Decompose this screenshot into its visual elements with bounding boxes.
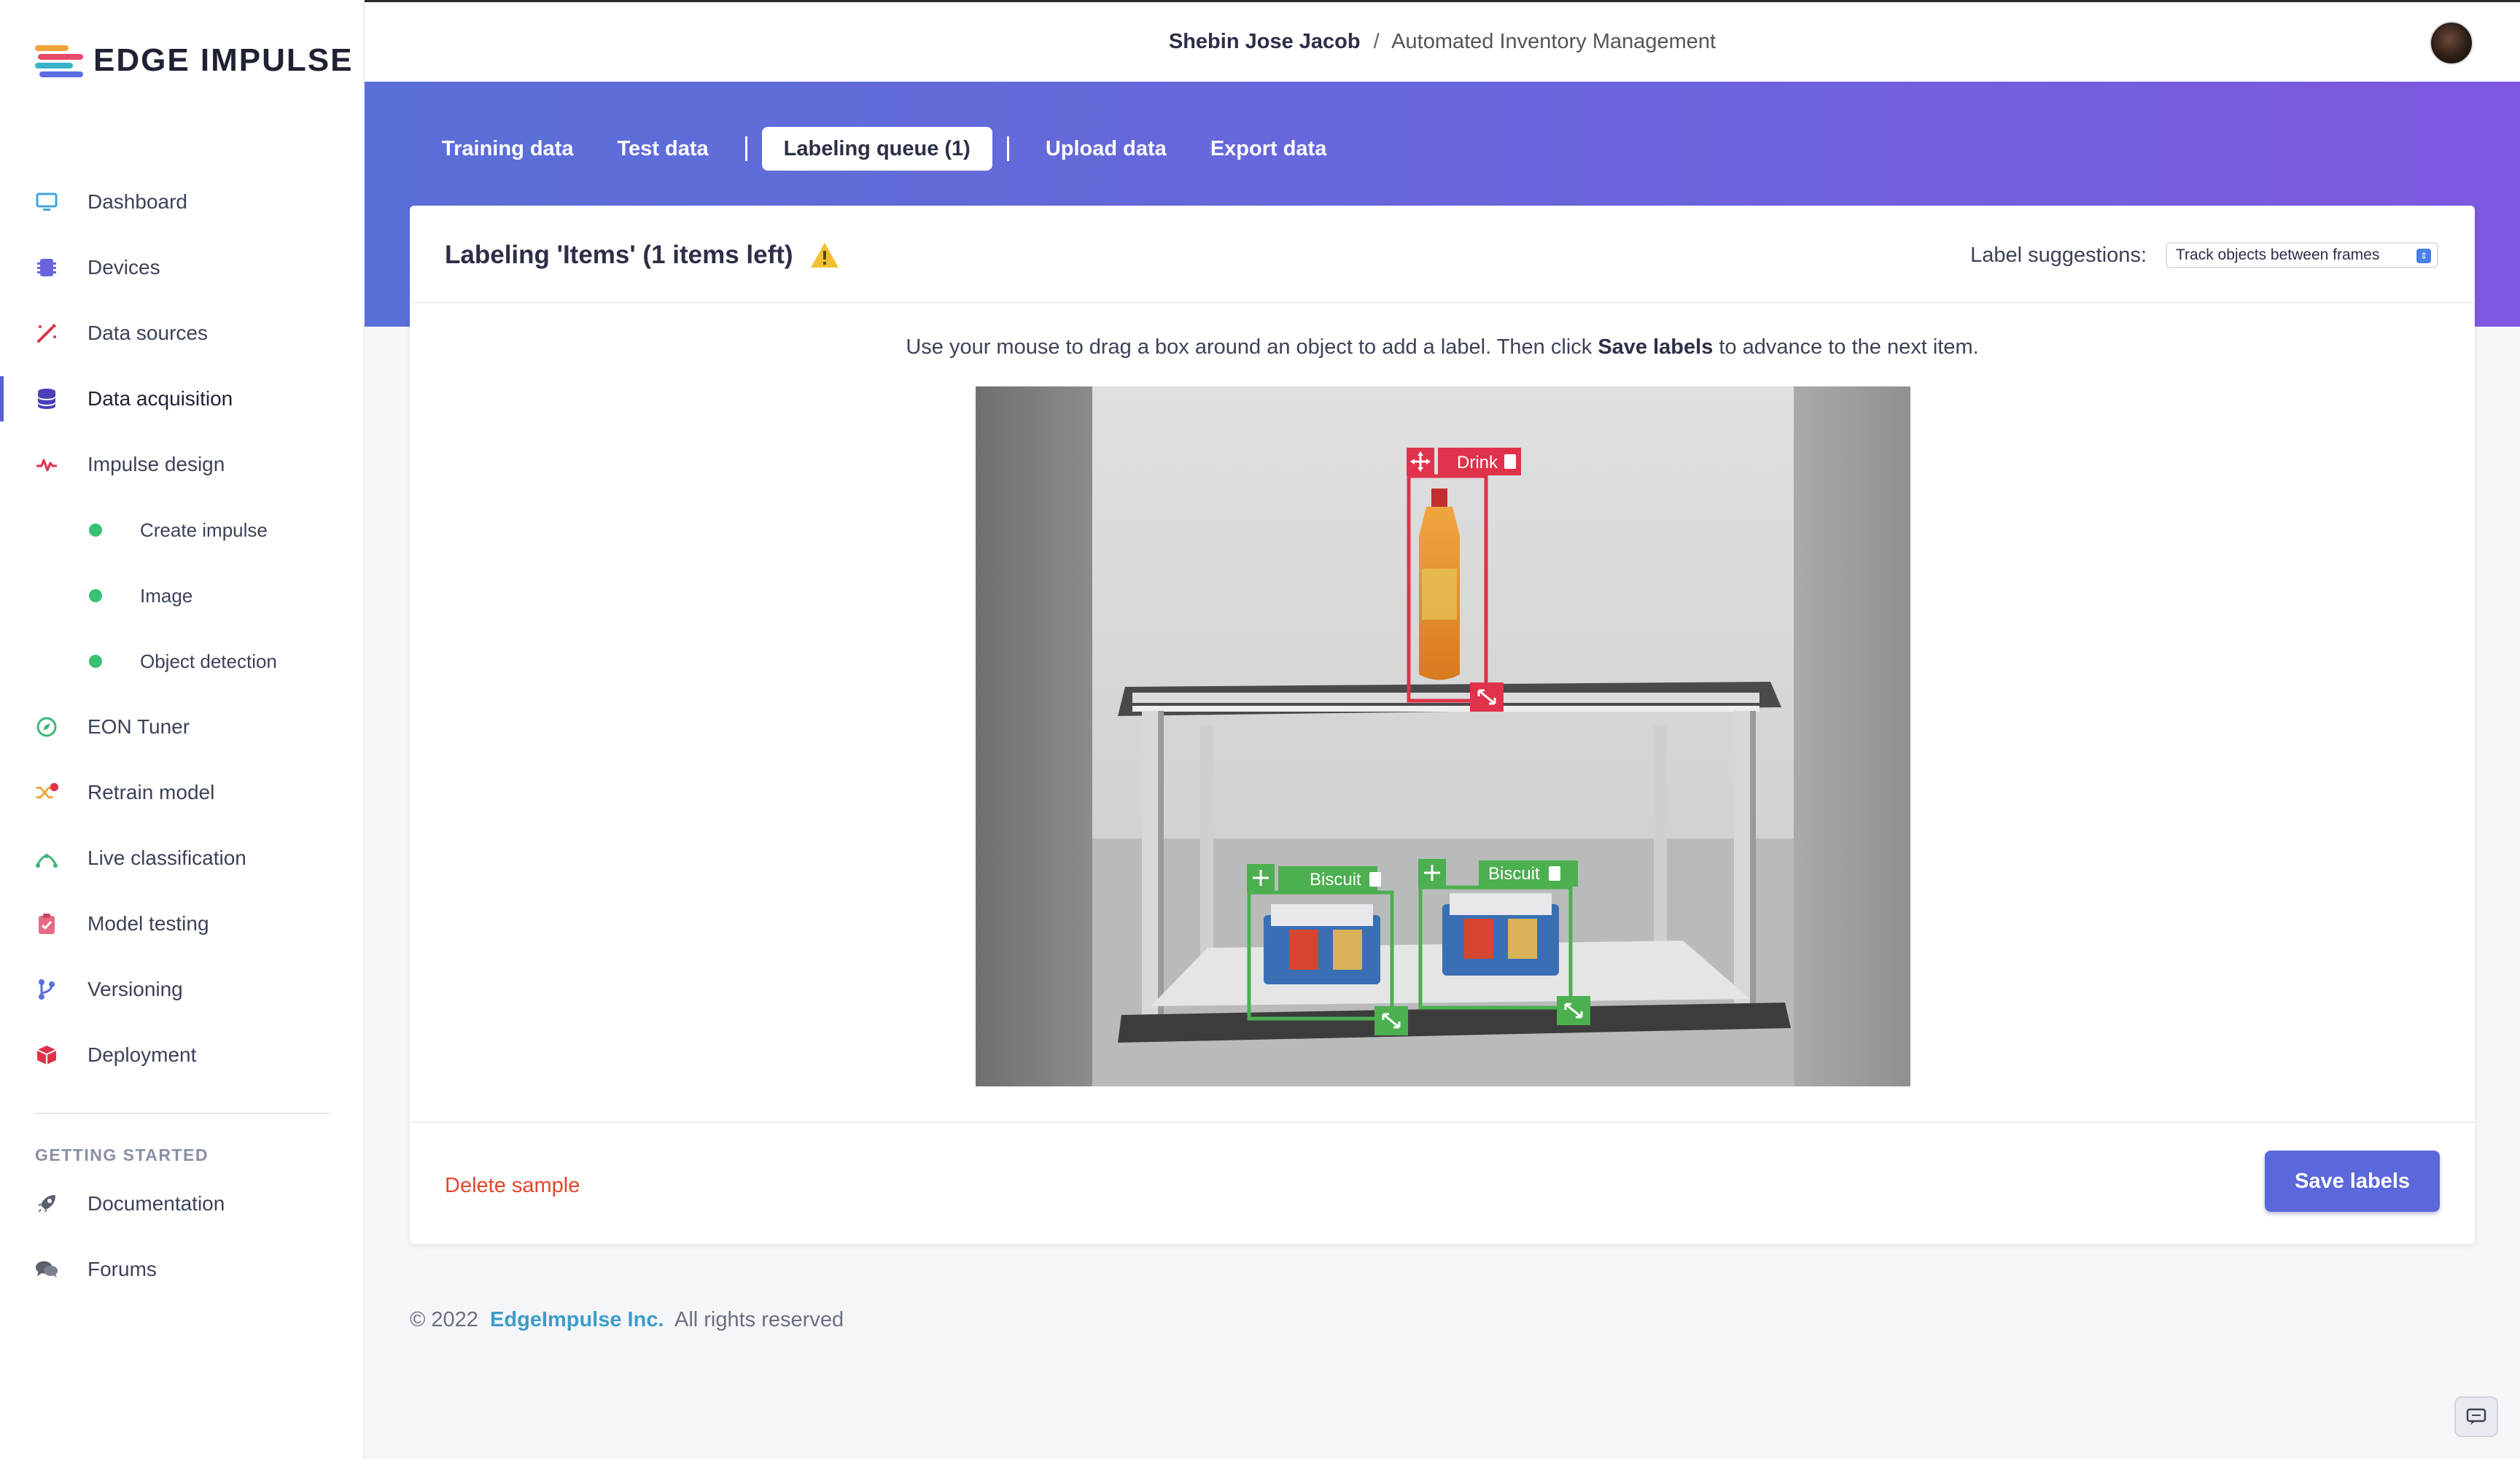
sidebar-item-data-acquisition[interactable]: Data acquisition: [0, 366, 365, 432]
sidebar-divider: [35, 1113, 330, 1114]
cube-icon: [35, 1043, 58, 1067]
warning-icon: [810, 243, 839, 268]
wand-icon: [35, 322, 58, 345]
label-suggestions: Label suggestions: Track objects between…: [1970, 242, 2438, 268]
monitor-icon: [35, 190, 58, 214]
sidebar-item-label: Devices: [88, 256, 160, 279]
rocket-icon: [35, 1192, 58, 1215]
feedback-chat-button[interactable]: [2454, 1396, 2498, 1437]
sidebar-item-label: Forums: [88, 1258, 157, 1280]
card-header: Labeling 'Items' (1 items left) Label su…: [410, 206, 2475, 303]
top-bar: Shebin Jose Jacob / Automated Inventory …: [365, 0, 2520, 82]
sidebar-item-label: Documentation: [88, 1192, 225, 1215]
sample-image: Drink Biscuit Biscuit: [976, 386, 1910, 1086]
sidebar-subitem-image[interactable]: Image: [0, 563, 365, 629]
sidebar-item-model-testing[interactable]: Model testing: [0, 891, 365, 957]
brand-name: EDGE IMPULSE: [93, 42, 354, 78]
sidebar-item-deployment[interactable]: Deployment: [0, 1022, 365, 1088]
sidebar-item-live-classification[interactable]: Live classification: [0, 825, 365, 891]
sidebar-subitem-create-impulse[interactable]: Create impulse: [0, 497, 365, 563]
instruction-text-end: to advance to the next item.: [1719, 335, 1979, 359]
sidebar-item-dashboard[interactable]: Dashboard: [0, 169, 365, 235]
label-suggestions-select[interactable]: Track objects between frames ⇕: [2166, 242, 2438, 268]
tab-upload-data[interactable]: Upload data: [1024, 127, 1189, 171]
delete-sample-link[interactable]: Delete sample: [445, 1174, 580, 1198]
box-label-drink: Drink: [1457, 453, 1498, 472]
database-icon: [35, 387, 58, 411]
tab-test-data[interactable]: Test data: [595, 127, 730, 171]
compass-icon: [35, 715, 58, 739]
sidebar-item-label: Retrain model: [88, 781, 215, 804]
breadcrumb-project[interactable]: Automated Inventory Management: [1391, 30, 1716, 53]
edge-impulse-logo[interactable]: EDGE IMPULSE: [35, 42, 354, 79]
sidebar-item-label: Live classification: [88, 847, 246, 869]
copyright-text: © 2022: [410, 1308, 478, 1331]
sidebar-item-data-sources[interactable]: Data sources: [0, 300, 365, 366]
sidebar-item-forums[interactable]: Forums: [0, 1237, 365, 1302]
tab-labeling-queue[interactable]: Labeling queue (1): [761, 127, 992, 171]
card-title: Labeling 'Items' (1 items left): [445, 241, 793, 269]
chip-icon: [35, 256, 58, 279]
clipboard-check-icon: [35, 912, 58, 935]
sidebar-item-label: Dashboard: [88, 190, 187, 213]
sidebar-item-label: Versioning: [88, 978, 183, 1000]
section-label-getting-started: GETTING STARTED: [35, 1145, 209, 1164]
sidebar-item-documentation[interactable]: Documentation: [0, 1171, 365, 1237]
tab-separator: [744, 136, 747, 161]
status-dot-icon: [89, 589, 102, 602]
sidebar-item-retrain-model[interactable]: Retrain model: [0, 760, 365, 825]
chat-bubbles-icon: [35, 1258, 58, 1281]
sidebar-item-label: Impulse design: [88, 453, 225, 475]
select-arrows-icon: ⇕: [2416, 249, 2431, 263]
pulse-icon: [35, 453, 58, 476]
logo-mark-icon: [35, 42, 83, 79]
sidebar-nav: Dashboard Devices Data sources Data acqu…: [0, 169, 365, 1302]
sidebar-item-label: Create impulse: [140, 518, 268, 541]
sidebar-item-label: Data sources: [88, 322, 208, 344]
box-label-biscuit: Biscuit: [1488, 864, 1540, 884]
box-label-biscuit: Biscuit: [1310, 870, 1361, 890]
sidebar-item-eon-tuner[interactable]: EON Tuner: [0, 694, 365, 760]
avatar[interactable]: [2430, 21, 2473, 65]
select-value: Track objects between frames: [2176, 246, 2380, 263]
status-dot-icon: [89, 655, 102, 668]
sidebar-item-label: Object detection: [140, 650, 277, 672]
sidebar-item-label: Image: [140, 584, 193, 607]
labeling-card: Labeling 'Items' (1 items left) Label su…: [410, 206, 2475, 1244]
page-footer: © 2022 EdgeImpulse Inc. All rights reser…: [410, 1308, 844, 1332]
sidebar-item-impulse-design[interactable]: Impulse design: [0, 432, 365, 497]
breadcrumb: Shebin Jose Jacob / Automated Inventory …: [365, 30, 2520, 54]
sidebar-item-label: Data acquisition: [88, 387, 233, 410]
card-footer: Delete sample Save labels: [410, 1121, 2475, 1244]
instruction-text: Use your mouse to drag a box around an o…: [906, 335, 1592, 359]
sidebar-item-versioning[interactable]: Versioning: [0, 957, 365, 1022]
rights-text: All rights reserved: [674, 1308, 844, 1331]
sidebar-item-label: Deployment: [88, 1043, 197, 1066]
tab-training-data[interactable]: Training data: [420, 127, 595, 171]
save-labels-button[interactable]: Save labels: [2265, 1151, 2440, 1212]
sidebar: EDGE IMPULSE Dashboard Devices Data sour…: [0, 0, 365, 1459]
breadcrumb-owner[interactable]: Shebin Jose Jacob: [1169, 30, 1361, 53]
breadcrumb-separator: /: [1373, 30, 1380, 53]
instruction-bold: Save labels: [1598, 335, 1714, 359]
data-tabs: Training data Test data Labeling queue (…: [420, 127, 1348, 171]
tab-export-data[interactable]: Export data: [1189, 127, 1349, 171]
tab-separator: [1006, 136, 1009, 161]
signal-icon: [35, 847, 58, 870]
sidebar-item-label: EON Tuner: [88, 715, 190, 738]
sidebar-item-devices[interactable]: Devices: [0, 235, 365, 300]
card-title-row: Labeling 'Items' (1 items left): [445, 241, 840, 270]
branch-icon: [35, 978, 58, 1001]
label-suggestions-label: Label suggestions:: [1970, 243, 2147, 267]
status-dot-icon: [89, 524, 102, 537]
labeling-canvas[interactable]: Drink Biscuit Biscuit: [976, 386, 1910, 1086]
sidebar-subitem-object-detection[interactable]: Object detection: [0, 629, 365, 694]
company-link[interactable]: EdgeImpulse Inc.: [490, 1308, 664, 1331]
chat-icon: [2466, 1408, 2486, 1425]
shuffle-icon: [35, 781, 58, 804]
labeling-instructions: Use your mouse to drag a box around an o…: [410, 335, 2475, 359]
sidebar-item-label: Model testing: [88, 912, 209, 935]
